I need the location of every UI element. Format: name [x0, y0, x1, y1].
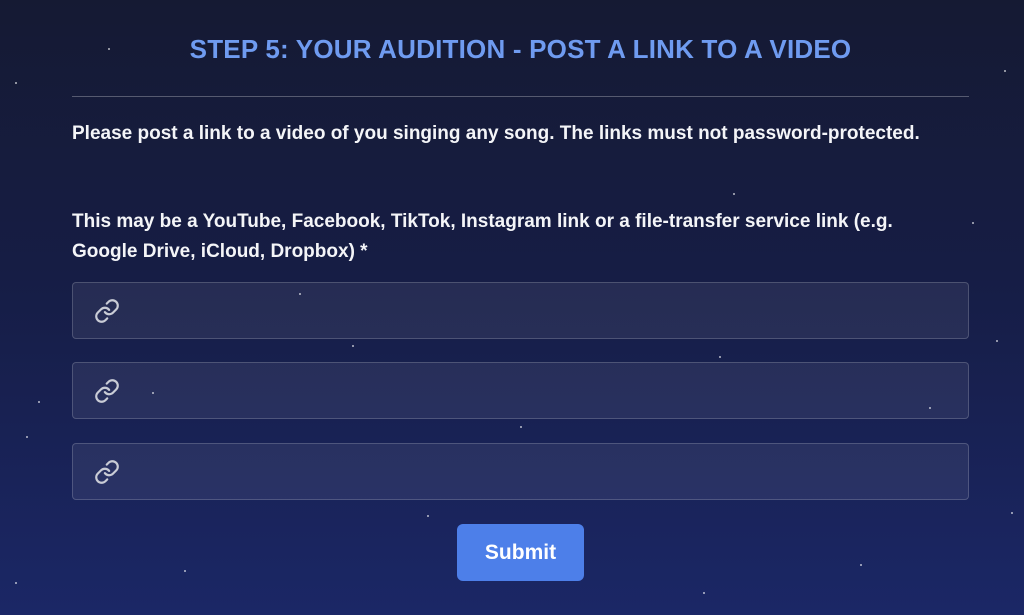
video-link-input-3[interactable]	[120, 444, 968, 499]
instructions-text: Please post a link to a video of you sin…	[72, 123, 920, 144]
link-icon	[95, 378, 119, 403]
submit-button[interactable]: Submit	[457, 524, 584, 581]
star	[15, 82, 17, 84]
link-icon	[95, 459, 119, 484]
video-link-input-1[interactable]	[120, 283, 968, 338]
star	[15, 582, 17, 584]
star	[972, 222, 974, 224]
star	[1004, 70, 1006, 72]
step-heading: STEP 5: YOUR AUDITION - POST A LINK TO A…	[189, 34, 852, 64]
star	[996, 340, 998, 342]
video-link-field-2[interactable]	[72, 362, 969, 419]
sources-note-text: This may be a YouTube, Facebook, TikTok,…	[72, 211, 893, 262]
video-link-field-1[interactable]	[72, 282, 969, 339]
video-link-input-2[interactable]	[120, 363, 968, 418]
star	[1011, 512, 1013, 514]
divider	[72, 96, 969, 97]
link-icon	[95, 298, 119, 323]
video-link-field-3[interactable]	[72, 443, 969, 500]
star	[38, 401, 40, 403]
audition-form: STEP 5: YOUR AUDITION - POST A LINK TO A…	[72, 0, 969, 615]
star	[26, 436, 28, 438]
